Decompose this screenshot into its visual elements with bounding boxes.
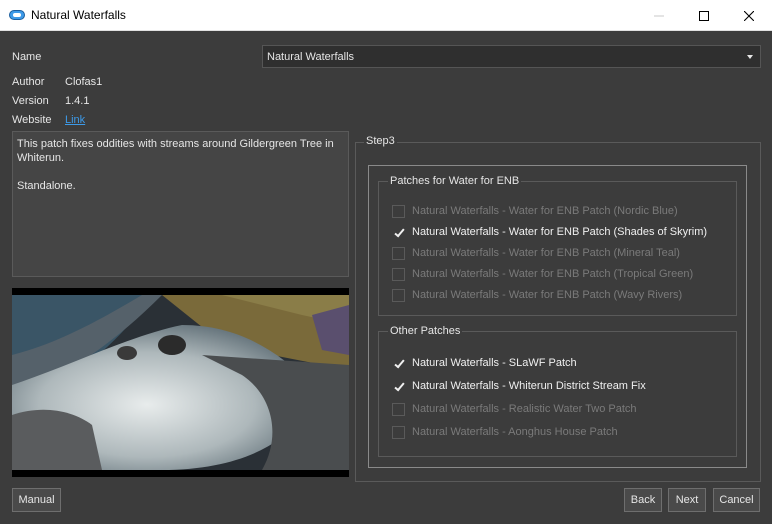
title-bar: Natural Waterfalls xyxy=(0,0,772,31)
checkbox-checked[interactable] xyxy=(392,356,405,370)
option-nordic-blue[interactable]: Natural Waterfalls - Water for ENB Patch… xyxy=(392,203,678,219)
author-value: Clofas1 xyxy=(65,76,103,88)
description-line: Whiterun. xyxy=(17,152,65,164)
description-line: Standalone. xyxy=(17,180,76,192)
option-whiterun-stream-fix[interactable]: Natural Waterfalls - Whiterun District S… xyxy=(392,378,646,394)
name-dropdown[interactable]: Natural Waterfalls xyxy=(262,45,761,68)
option-label: Natural Waterfalls - Aonghus House Patch xyxy=(412,426,618,438)
close-button[interactable] xyxy=(726,0,772,31)
checkbox[interactable] xyxy=(392,425,405,439)
website-label: Website xyxy=(12,114,52,126)
option-tropical-green[interactable]: Natural Waterfalls - Water for ENB Patch… xyxy=(392,266,693,282)
chevron-down-icon xyxy=(747,55,753,59)
maximize-button[interactable] xyxy=(681,0,727,31)
option-aonghus-house[interactable]: Natural Waterfalls - Aonghus House Patch xyxy=(392,424,618,440)
manual-button[interactable]: Manual xyxy=(12,488,61,512)
author-label: Author xyxy=(12,76,45,88)
version-label: Version xyxy=(12,95,49,107)
option-label: Natural Waterfalls - Water for ENB Patch… xyxy=(412,268,694,280)
minimize-button[interactable] xyxy=(636,0,682,31)
option-label: Natural Waterfalls - SLaWF Patch xyxy=(412,357,577,369)
group-title-water-enb: Patches for Water for ENB xyxy=(388,175,522,187)
group-title-other-patches: Other Patches xyxy=(388,325,463,337)
preview-image xyxy=(12,288,349,477)
option-label: Natural Waterfalls - Water for ENB Patch… xyxy=(412,226,708,238)
next-button[interactable]: Next xyxy=(668,488,706,512)
description-line: This patch fixes oddities with streams a… xyxy=(17,138,334,150)
version-value: 1.4.1 xyxy=(65,95,90,107)
option-label: Natural Waterfalls - Water for ENB Patch… xyxy=(412,247,680,259)
checkbox[interactable] xyxy=(392,402,405,416)
checkbox-checked[interactable] xyxy=(392,379,405,393)
minimize-icon xyxy=(654,15,664,16)
checkbox[interactable] xyxy=(392,267,405,281)
preview-scene xyxy=(12,295,349,470)
option-label: Natural Waterfalls - Realistic Water Two… xyxy=(412,403,637,415)
option-shades-of-skyrim[interactable]: Natural Waterfalls - Water for ENB Patch… xyxy=(392,224,707,240)
name-dropdown-value: Natural Waterfalls xyxy=(267,51,355,63)
option-wavy-rivers[interactable]: Natural Waterfalls - Water for ENB Patch… xyxy=(392,287,682,303)
option-label: Natural Waterfalls - Whiterun District S… xyxy=(412,380,646,392)
option-slawf-patch[interactable]: Natural Waterfalls - SLaWF Patch xyxy=(392,355,577,371)
checkbox[interactable] xyxy=(392,204,405,218)
website-link[interactable]: Link xyxy=(65,114,85,126)
maximize-icon xyxy=(699,10,709,21)
checkbox[interactable] xyxy=(392,246,405,260)
close-icon xyxy=(744,10,754,21)
checkbox[interactable] xyxy=(392,288,405,302)
option-realistic-water-two[interactable]: Natural Waterfalls - Realistic Water Two… xyxy=(392,401,637,417)
option-label: Natural Waterfalls - Water for ENB Patch… xyxy=(412,205,678,217)
name-label: Name xyxy=(12,51,42,63)
window-title: Natural Waterfalls xyxy=(31,8,126,22)
description-box[interactable]: This patch fixes oddities with streams a… xyxy=(12,131,349,277)
app-icon xyxy=(9,10,25,20)
cancel-button[interactable]: Cancel xyxy=(713,488,760,512)
step-title: Step3 xyxy=(364,135,397,147)
option-mineral-teal[interactable]: Natural Waterfalls - Water for ENB Patch… xyxy=(392,245,680,261)
checkbox-checked[interactable] xyxy=(392,225,405,239)
back-button[interactable]: Back xyxy=(624,488,662,512)
option-label: Natural Waterfalls - Water for ENB Patch… xyxy=(412,289,683,301)
